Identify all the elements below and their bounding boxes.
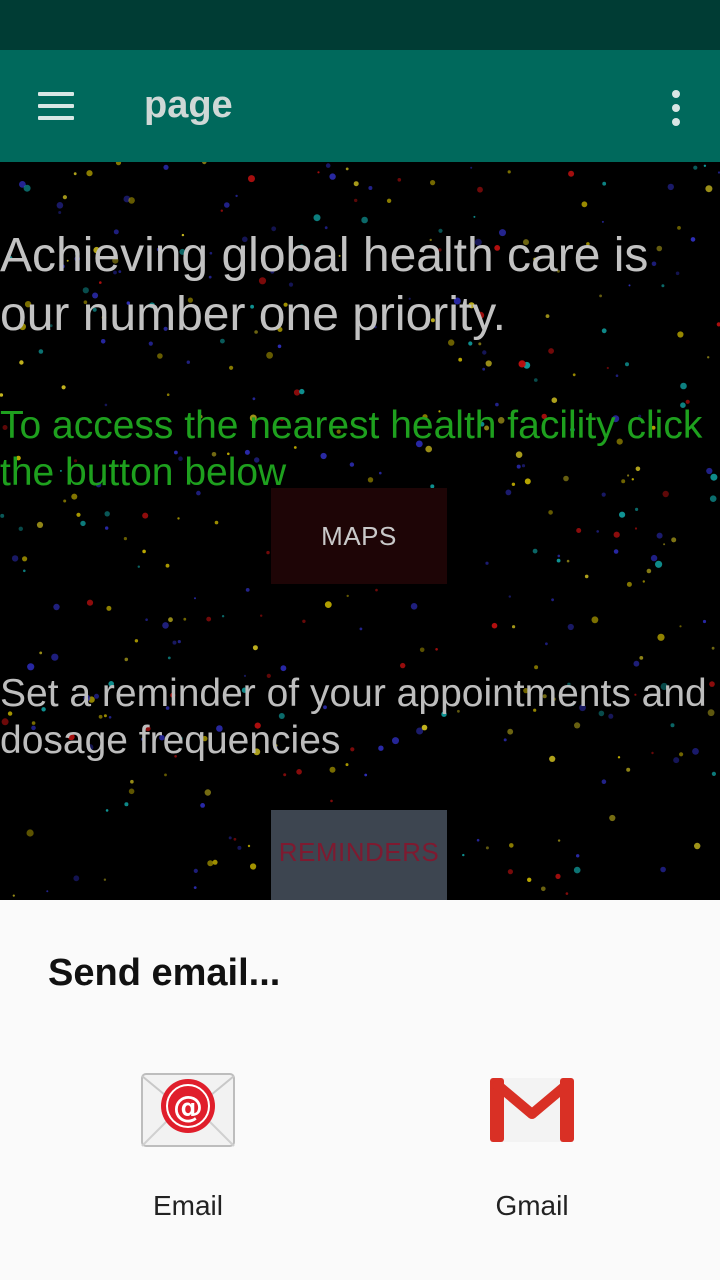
share-target-label: Gmail bbox=[495, 1190, 569, 1221]
page-title: page bbox=[144, 84, 233, 126]
svg-text:@: @ bbox=[173, 1090, 203, 1125]
share-target-gmail[interactable]: Gmail bbox=[432, 1070, 632, 1230]
main-content: Achieving global health care is our numb… bbox=[0, 162, 720, 900]
sheet-title: Send email... bbox=[48, 952, 281, 994]
overflow-menu-icon[interactable] bbox=[664, 88, 688, 128]
status-bar bbox=[0, 0, 720, 50]
share-bottom-sheet: Send email... @ Email Gmail bbox=[0, 900, 720, 1280]
maps-prompt-text: To access the nearest health facility cl… bbox=[0, 404, 703, 494]
share-target-email[interactable]: @ Email bbox=[88, 1070, 288, 1230]
headline-text: Achieving global health care is our numb… bbox=[0, 229, 649, 341]
gmail-app-icon bbox=[490, 1078, 574, 1142]
maps-button[interactable]: MAPS bbox=[271, 488, 447, 584]
reminder-prompt-text: Set a reminder of your appointments and … bbox=[0, 672, 707, 762]
hamburger-menu-icon[interactable] bbox=[36, 92, 76, 120]
share-target-label: Email bbox=[152, 1190, 223, 1221]
reminders-button[interactable]: REMINDERS bbox=[271, 810, 447, 900]
email-app-icon: @ bbox=[141, 1073, 235, 1147]
app-bar: page bbox=[0, 50, 720, 162]
